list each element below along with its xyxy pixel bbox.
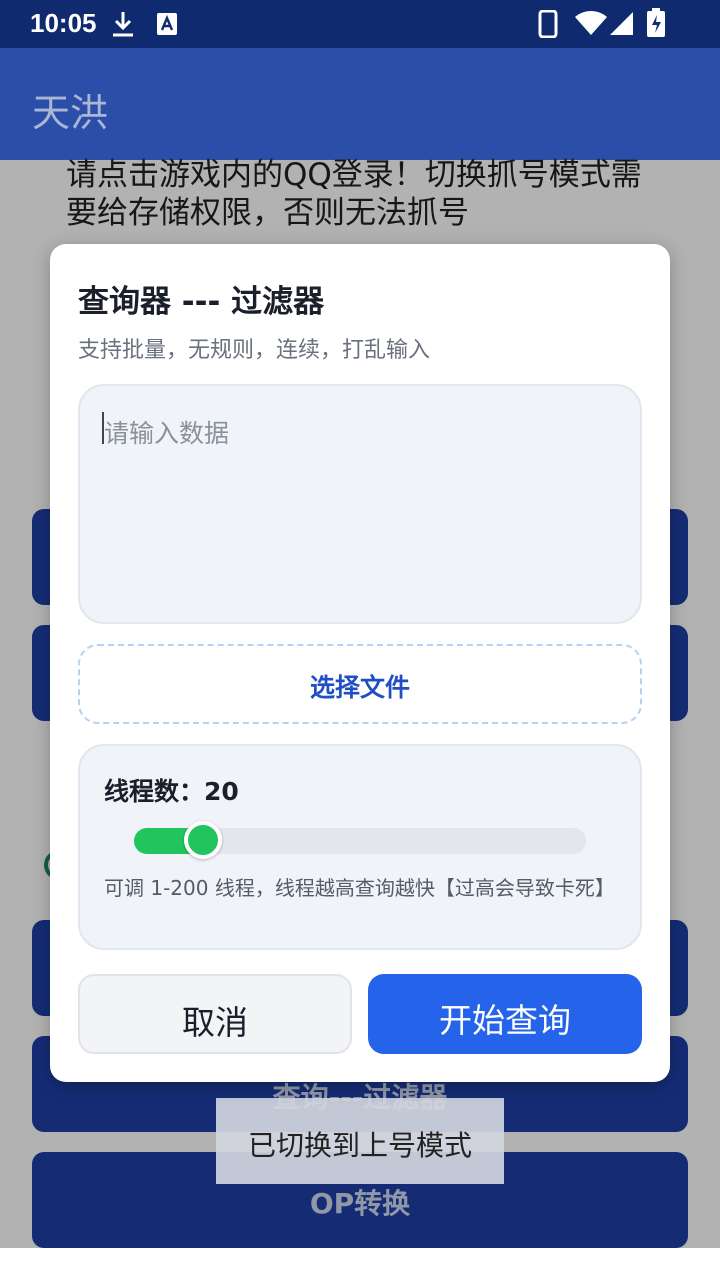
start-query-label: 开始查询: [439, 1001, 571, 1040]
data-input-placeholder: 请输入数据: [104, 419, 230, 448]
dialog-subtitle: 支持批量，无规则，连续，打乱输入: [78, 338, 431, 363]
thread-panel: 线程数：20 可调 1-200 线程，线程越高查询越快【过高会导致卡死】: [78, 744, 642, 950]
thread-count-label: 线程数：20: [104, 777, 239, 806]
cancel-label: 取消: [182, 1003, 248, 1042]
data-input[interactable]: 请输入数据: [78, 384, 642, 624]
toast-message: 已切换到上号模式: [247, 1129, 472, 1162]
app-title: 天洪: [32, 91, 109, 135]
wifi-icon: [574, 10, 608, 40]
cancel-button[interactable]: 取消: [78, 974, 352, 1054]
select-file-button[interactable]: 选择文件: [78, 644, 642, 724]
start-query-button[interactable]: 开始查询: [368, 974, 642, 1054]
select-file-label: 选择文件: [309, 673, 410, 702]
status-bar: 10:05: [0, 0, 720, 48]
signal-icon: [608, 10, 634, 40]
dialog-title: 查询器 --- 过滤器: [78, 284, 325, 320]
thread-slider-thumb[interactable]: [184, 821, 223, 859]
battery-charging-icon: [646, 8, 666, 42]
app-a-icon: [156, 12, 178, 40]
bottom-edge: [0, 1248, 720, 1280]
phone-icon: [538, 9, 558, 42]
download-icon: [110, 10, 136, 42]
status-time: 10:05: [30, 8, 97, 38]
thread-hint: 可调 1-200 线程，线程越高查询越快【过高会导致卡死】: [104, 876, 615, 900]
toast: 已切换到上号模式: [216, 1098, 504, 1184]
query-dialog: 查询器 --- 过滤器 支持批量，无规则，连续，打乱输入 请输入数据 选择文件 …: [50, 244, 670, 1082]
app-bar: 天洪: [0, 48, 720, 160]
